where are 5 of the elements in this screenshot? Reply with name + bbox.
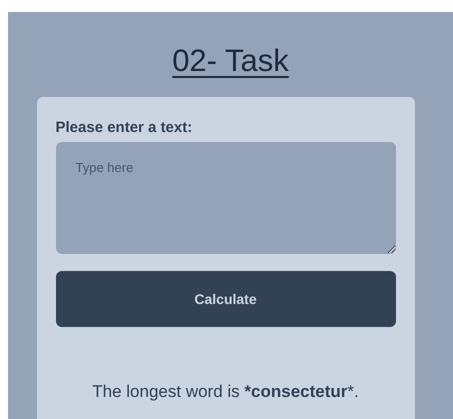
- page-title: 02- Task: [172, 42, 289, 80]
- result-text: The longest word is *consectetur*.: [91, 381, 360, 403]
- text-input[interactable]: Type here: [56, 142, 396, 254]
- calculate-button[interactable]: Calculate: [56, 271, 396, 327]
- field-label: Please enter a text:: [56, 119, 194, 137]
